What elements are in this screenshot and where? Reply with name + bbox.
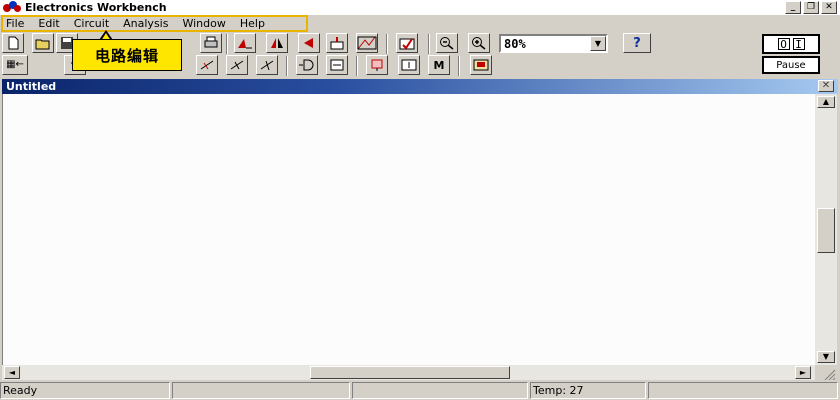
- menu-bar: File Edit Circuit Analysis Window Help: [0, 15, 840, 32]
- scroll-down-button[interactable]: ▼: [817, 351, 835, 363]
- app-window: Electronics Workbench _ ❐ ✕ File Edit Ci…: [0, 0, 840, 400]
- flip-horizontal-icon[interactable]: [266, 33, 288, 53]
- menu-edit[interactable]: Edit: [31, 17, 66, 30]
- horizontal-scrollbar[interactable]: ◄ ►: [2, 365, 815, 380]
- miscellaneous-bin-button[interactable]: M: [428, 55, 450, 75]
- status-panel-3: [352, 382, 528, 399]
- zoom-out-icon[interactable]: [436, 33, 458, 53]
- diodes-bin-icon[interactable]: [196, 55, 218, 75]
- power-on-label: I: [792, 38, 805, 51]
- menu-analysis[interactable]: Analysis: [116, 17, 175, 30]
- pause-button[interactable]: Pause: [762, 56, 820, 74]
- new-file-icon[interactable]: [2, 33, 24, 53]
- zoom-value: 80%: [504, 36, 526, 51]
- flip-vertical-icon[interactable]: [298, 33, 320, 53]
- graph-icon[interactable]: [396, 33, 418, 53]
- restore-button[interactable]: ❐: [803, 1, 819, 14]
- open-folder-icon[interactable]: [32, 33, 54, 53]
- analog-ics-bin-icon[interactable]: [256, 55, 278, 75]
- indicators-bin-icon[interactable]: [366, 55, 388, 75]
- component-properties-icon[interactable]: [326, 33, 348, 53]
- window-title: Electronics Workbench: [25, 1, 167, 14]
- callout-label: 电路编辑: [72, 39, 182, 71]
- controls-bin-icon[interactable]: [398, 55, 420, 75]
- chevron-down-icon[interactable]: ▼: [590, 36, 606, 51]
- close-button[interactable]: ✕: [821, 1, 837, 14]
- status-panel-2: [172, 382, 350, 399]
- instruments-bin-icon[interactable]: [470, 55, 492, 75]
- status-message: Ready: [0, 382, 170, 399]
- circuit-canvas[interactable]: [2, 94, 815, 365]
- zoom-in-icon[interactable]: [468, 33, 490, 53]
- menu-file[interactable]: File: [0, 17, 31, 30]
- document-title-bar: Untitled ✕: [2, 79, 838, 94]
- status-bar: Ready Temp: 27: [0, 382, 840, 400]
- horizontal-scroll-thumb[interactable]: [310, 366, 510, 379]
- print-icon[interactable]: [200, 33, 222, 53]
- minimize-button[interactable]: _: [785, 1, 801, 14]
- create-subcircuit-icon[interactable]: [356, 33, 378, 53]
- parts-bin-button[interactable]: ▦←: [2, 55, 28, 75]
- help-button[interactable]: ?: [623, 33, 651, 53]
- zoom-select[interactable]: 80% ▼: [499, 34, 608, 53]
- document-close-button[interactable]: ✕: [818, 80, 834, 92]
- rotate-icon[interactable]: [234, 33, 256, 53]
- status-temperature: Temp: 27: [530, 382, 646, 399]
- scroll-left-button[interactable]: ◄: [4, 366, 20, 379]
- title-bar: Electronics Workbench _ ❐ ✕: [0, 0, 840, 15]
- resize-grip-icon[interactable]: [815, 365, 837, 381]
- scroll-up-button[interactable]: ▲: [817, 96, 835, 108]
- power-off-label: O: [777, 38, 790, 51]
- transistors-bin-icon[interactable]: [226, 55, 248, 75]
- vertical-scrollbar[interactable]: ▲ ▼: [815, 94, 837, 365]
- app-logo-icon: [3, 1, 23, 14]
- document-title: Untitled: [6, 80, 57, 93]
- menu-circuit[interactable]: Circuit: [67, 17, 116, 30]
- menu-help[interactable]: Help: [233, 17, 272, 30]
- menu-window[interactable]: Window: [175, 17, 232, 30]
- scroll-right-button[interactable]: ►: [795, 366, 811, 379]
- vertical-scroll-thumb[interactable]: [817, 208, 835, 253]
- power-switch[interactable]: O I: [762, 34, 820, 54]
- status-panel-5: [648, 382, 838, 399]
- logic-gates-bin-icon[interactable]: [296, 55, 318, 75]
- digital-bin-icon[interactable]: [326, 55, 348, 75]
